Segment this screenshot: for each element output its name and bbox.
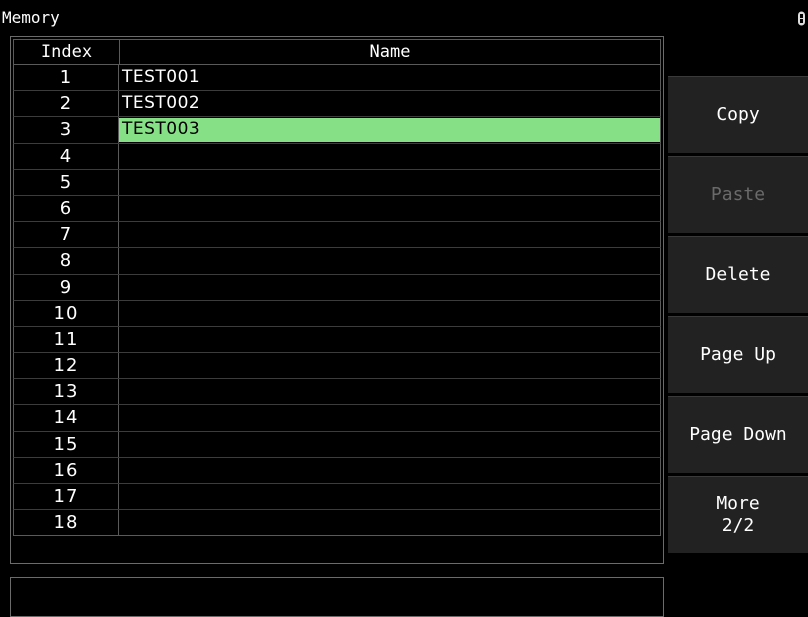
- row-name-cell: [119, 302, 660, 325]
- table-row[interactable]: 10: [13, 300, 661, 327]
- row-name-cell: [119, 433, 660, 456]
- table-row[interactable]: 5: [13, 169, 661, 196]
- table-row[interactable]: 11: [13, 326, 661, 354]
- column-header-name: Name: [369, 42, 411, 62]
- row-index-cell: 6: [14, 195, 119, 222]
- row-name-cell: [119, 249, 660, 272]
- table-body: 1 TEST001 2 TEST002 3 TEST003 4 5 6 7 8 9 10 11 12 13 14…: [13, 65, 661, 537]
- more-button[interactable]: More 2/2: [668, 476, 808, 553]
- row-index-cell: 15: [14, 431, 119, 457]
- row-name-cell: [119, 171, 660, 194]
- row-index-cell: 1: [14, 65, 119, 91]
- paste-button[interactable]: Paste: [668, 156, 808, 233]
- row-index-cell: 11: [14, 326, 119, 353]
- table-row[interactable]: 14: [13, 405, 661, 432]
- page-down-button[interactable]: Page Down: [668, 396, 808, 473]
- table-row[interactable]: 1 TEST001: [13, 65, 661, 92]
- row-index-cell: 9: [14, 274, 119, 300]
- row-index-cell: 7: [14, 222, 119, 248]
- row-name-cell: [119, 276, 660, 299]
- table-row[interactable]: 16: [13, 457, 661, 484]
- row-name-cell: [119, 459, 660, 482]
- page-up-button[interactable]: Page Up: [668, 316, 808, 393]
- table-row[interactable]: 8: [13, 248, 661, 275]
- row-name-cell: [119, 406, 660, 429]
- table-row[interactable]: 12: [13, 353, 661, 380]
- table-row[interactable]: 3 TEST003: [13, 117, 661, 144]
- table-row[interactable]: 18: [13, 510, 661, 537]
- row-index-cell: 3: [14, 117, 119, 143]
- row-name-cell: [119, 380, 660, 403]
- row-index-cell: 18: [14, 510, 119, 536]
- table-row[interactable]: 6: [13, 195, 661, 223]
- copy-button[interactable]: Copy: [668, 76, 808, 153]
- row-index-cell: 8: [14, 248, 119, 274]
- row-name-cell: [119, 223, 660, 246]
- row-name-cell: TEST003: [119, 118, 660, 142]
- table-row[interactable]: 13: [13, 379, 661, 406]
- table-row[interactable]: 15: [13, 431, 661, 458]
- row-index-cell: 17: [14, 484, 119, 510]
- row-name-cell: [119, 511, 660, 534]
- row-name-cell: [119, 354, 660, 377]
- row-index-cell: 5: [14, 169, 119, 195]
- row-name-cell: [119, 485, 660, 508]
- row-index-cell: 13: [14, 379, 119, 405]
- row-index-cell: 16: [14, 457, 119, 483]
- row-index-cell: 10: [14, 300, 119, 326]
- row-index-cell: 14: [14, 405, 119, 431]
- row-name-cell: [119, 145, 660, 168]
- table-row[interactable]: 2 TEST002: [13, 91, 661, 118]
- table-row[interactable]: 7: [13, 222, 661, 249]
- column-header-index: Index: [14, 40, 120, 64]
- row-name-cell: [119, 328, 660, 351]
- row-index-cell: 12: [14, 353, 119, 379]
- table-row[interactable]: 4: [13, 143, 661, 170]
- row-index-cell: 4: [14, 143, 119, 169]
- row-name-cell: TEST001: [122, 67, 201, 87]
- row-name-cell: TEST002: [122, 93, 201, 114]
- usb-icon: [798, 11, 805, 26]
- memory-table: Index Name 1 TEST001 2 TEST002 3 TEST003 4 5 6 7 8…: [10, 36, 664, 564]
- status-message-box: [10, 577, 664, 617]
- table-row[interactable]: 17: [13, 484, 661, 511]
- memory-screen: Memory Index Name 1 TEST001 2 TEST002 3 TEST0…: [0, 0, 808, 617]
- row-name-cell: [119, 197, 660, 220]
- page-title: Memory: [2, 8, 60, 27]
- table-row[interactable]: 9: [13, 274, 661, 301]
- delete-button[interactable]: Delete: [668, 236, 808, 313]
- row-index-cell: 2: [14, 91, 119, 117]
- table-header: Index Name: [13, 39, 661, 65]
